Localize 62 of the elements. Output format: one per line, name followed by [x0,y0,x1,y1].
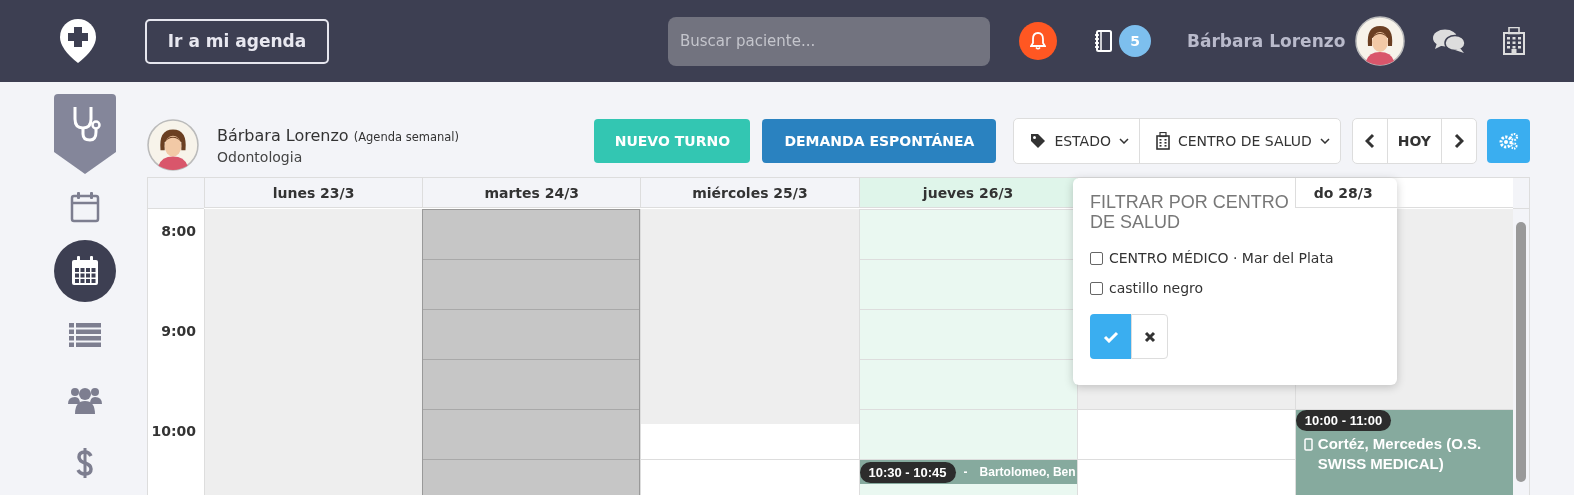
time-label: 8:00 [161,223,196,241]
time-slot[interactable] [423,359,640,409]
chevron-down-icon [1319,138,1330,144]
settings-button[interactable] [1487,119,1530,163]
chat-icon[interactable] [1433,28,1466,54]
logo-icon[interactable] [60,19,96,63]
notebook-icon[interactable] [1095,30,1112,52]
calendar-icon[interactable] [70,255,100,287]
patient-name: Bartolomeo, Ben [979,465,1076,479]
check-icon [1102,330,1119,343]
avatar [147,119,199,171]
day-header: miércoles 25/3 [640,178,859,208]
scrollbar-thumb[interactable] [1516,222,1526,482]
chevron-left-icon [1364,133,1375,149]
appointment[interactable]: 10:30 - 10:45 - Bartolomeo, Ben [859,460,1077,484]
checkbox[interactable] [1090,251,1103,265]
dollar-icon[interactable] [76,447,94,479]
day-header: lunes 23/3 [204,178,423,208]
time-label: 10:00 [151,423,196,441]
search-field[interactable]: Buscar paciente... [668,16,990,66]
list-icon[interactable] [69,323,101,347]
time-pill: 10:30 - 10:45 [859,461,956,483]
time-slot[interactable] [641,209,859,259]
building-icon [1155,132,1170,150]
avatar [1355,16,1406,66]
time-pill: 10:00 - 11:00 [1295,410,1392,431]
time-slot[interactable] [205,209,423,259]
walk-in-button[interactable]: DEMANDA ESPONTÁNEA [762,119,997,163]
filter-dropdown[interactable]: ESTADO [1014,119,1139,163]
time-slot[interactable]: 10:30 - 10:45 - Bartolomeo, Ben [859,459,1077,495]
tag-icon [1030,133,1047,149]
chevron-down-icon [1118,138,1129,144]
professional-name: Bárbara Lorenzo (Agenda semanal) [217,125,460,145]
time-slot[interactable] [423,409,640,459]
stethoscope-tab[interactable] [54,94,116,174]
gears-icon [1498,132,1519,150]
option-label[interactable]: CENTRO MÉDICO · Mar del Plata [1109,250,1334,266]
option-label[interactable]: castillo negro [1109,280,1204,296]
time-slot[interactable] [423,459,640,495]
appointment[interactable]: 10:00 - 11:00 Cortéz, Mercedes (O.S. SWISS MEDICAL) [1295,410,1513,495]
agenda-button[interactable]: Ir a mi agenda [145,18,329,64]
notification-button[interactable] [1019,22,1057,60]
patient-name: Cortéz, Mercedes (O.S. SWISS MEDICAL) [1317,434,1483,474]
time-slot[interactable] [205,459,423,495]
user-name[interactable]: Bárbara Lorenzo [1187,31,1346,51]
time-slot[interactable] [423,209,640,259]
building-icon[interactable] [1503,27,1526,55]
time-slot[interactable] [423,259,640,309]
day-header: jueves 26/3 [858,178,1077,208]
popup-title: FILTRAR POR CENTRO DE SALUD [1090,192,1290,232]
time-label: 9:00 [161,323,196,341]
specialty-label: Odontologia [217,148,304,165]
chevron-right-icon [1454,133,1464,149]
filter-dropdown[interactable]: CENTRO DE SALUD [1138,119,1340,163]
time-slot[interactable] [423,309,640,359]
separator: - [963,465,968,479]
close-button[interactable] [1131,314,1168,359]
checkbox[interactable] [1090,281,1103,295]
bell-icon [1030,32,1046,50]
close-icon [1143,330,1156,343]
count-badge: 5 [1119,25,1151,57]
day-header: martes 24/3 [422,178,641,208]
